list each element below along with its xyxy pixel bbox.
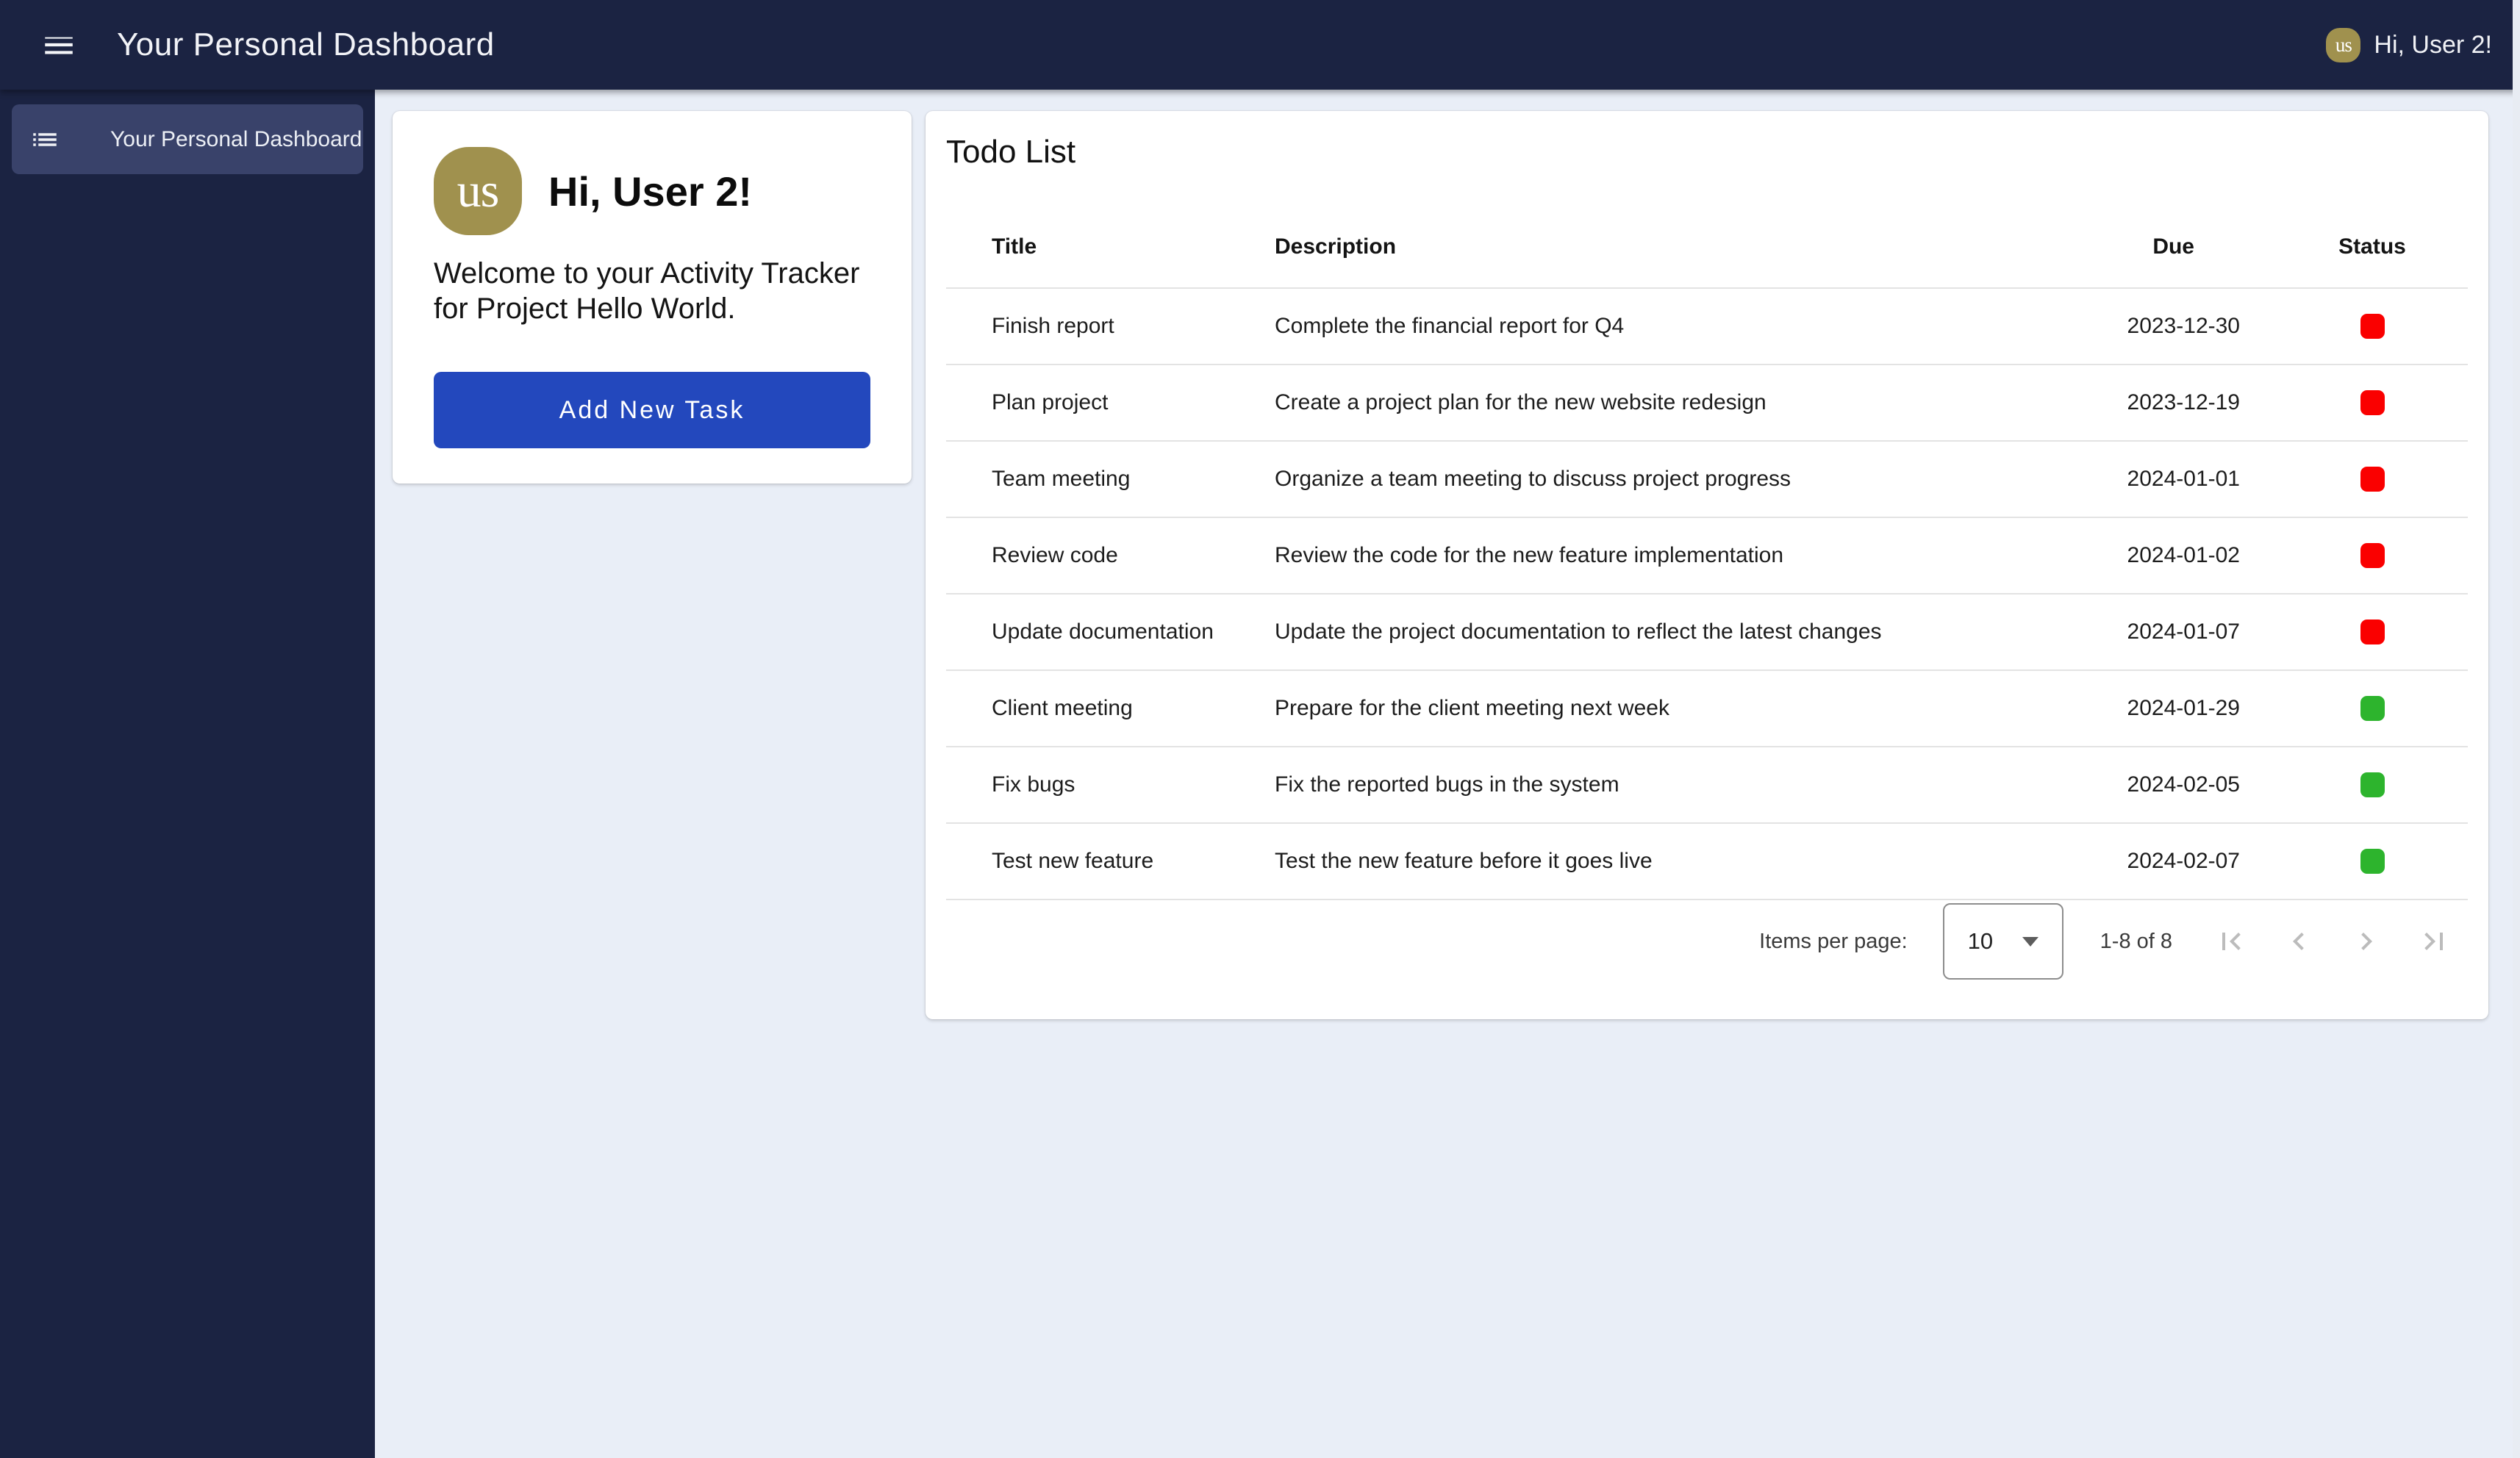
last-page-button[interactable] [2400, 908, 2468, 975]
cell-due: 2024-01-01 [2019, 467, 2277, 492]
cell-title: Finish report [946, 314, 1275, 339]
todo-table: Title Description Due Status Finish repo… [946, 171, 2468, 900]
page-size-value: 10 [1968, 928, 1993, 955]
items-per-page-label: Items per page: [1759, 930, 1908, 954]
status-chip-red [2360, 543, 2385, 568]
sidebar-nav: Your Personal Dashboard [0, 90, 375, 1458]
first-page-button[interactable] [2197, 908, 2265, 975]
welcome-heading: Hi, User 2! [548, 168, 752, 215]
status-chip-green [2360, 849, 2385, 874]
welcome-message-line-1: Welcome to your Activity Tracker [434, 256, 870, 291]
cell-title: Plan project [946, 390, 1275, 415]
page-range-label: 1-8 of 8 [2100, 930, 2172, 954]
cell-due: 2024-01-29 [2019, 696, 2277, 721]
welcome-message-line-2: for Project Hello World. [434, 291, 870, 326]
next-page-button[interactable] [2333, 908, 2400, 975]
topbar-greeting: Hi, User 2! [2374, 31, 2492, 60]
status-chip-red [2360, 467, 2385, 492]
cell-title: Client meeting [946, 696, 1275, 721]
status-chip-green [2360, 696, 2385, 721]
table-row: Client meeting Prepare for the client me… [946, 671, 2468, 747]
caret-down-icon [2022, 937, 2038, 947]
todo-list-title: Todo List [946, 133, 2468, 171]
hamburger-icon [40, 26, 77, 63]
cell-due: 2024-02-05 [2019, 772, 2277, 797]
cell-title: Team meeting [946, 467, 1275, 492]
status-chip-red [2360, 620, 2385, 644]
previous-page-button[interactable] [2265, 908, 2333, 975]
cell-description: Organize a team meeting to discuss proje… [1275, 467, 2019, 492]
table-row: Team meeting Organize a team meeting to … [946, 442, 2468, 518]
top-app-bar: Your Personal Dashboard us Hi, User 2! [0, 0, 2520, 90]
cell-status [2277, 772, 2468, 797]
cell-description: Update the project documentation to refl… [1275, 620, 2019, 644]
app-title: Your Personal Dashboard [117, 26, 495, 63]
table-row: Test new feature Test the new feature be… [946, 824, 2468, 900]
table-row: Fix bugs Fix the reported bugs in the sy… [946, 747, 2468, 824]
cell-title: Test new feature [946, 849, 1275, 874]
sidebar-item-dashboard[interactable]: Your Personal Dashboard [12, 104, 363, 174]
table-row: Finish report Complete the financial rep… [946, 289, 2468, 365]
user-avatar-large: us [434, 147, 522, 235]
cell-status [2277, 467, 2468, 492]
column-header-due: Due [2019, 234, 2277, 259]
table-paginator: Items per page: 10 1-8 of 8 [946, 900, 2468, 983]
status-chip-red [2360, 390, 2385, 415]
column-header-description: Description [1275, 234, 2019, 259]
cell-description: Fix the reported bugs in the system [1275, 772, 2019, 797]
user-menu[interactable]: us Hi, User 2! [2326, 28, 2492, 62]
welcome-card: us Hi, User 2! Welcome to your Activity … [393, 111, 912, 484]
cell-status [2277, 696, 2468, 721]
table-row: Review code Review the code for the new … [946, 518, 2468, 595]
last-page-icon [2416, 924, 2452, 959]
cell-due: 2024-01-07 [2019, 620, 2277, 644]
cell-description: Complete the financial report for Q4 [1275, 314, 2019, 339]
cell-description: Review the code for the new feature impl… [1275, 543, 2019, 568]
user-avatar: us [2326, 28, 2360, 62]
cell-title: Review code [946, 543, 1275, 568]
cell-due: 2024-01-02 [2019, 543, 2277, 568]
todo-table-body: Finish report Complete the financial rep… [946, 289, 2468, 900]
page-size-select[interactable]: 10 [1943, 903, 2063, 980]
cell-description: Test the new feature before it goes live [1275, 849, 2019, 874]
cell-status [2277, 314, 2468, 339]
cell-status [2277, 543, 2468, 568]
cell-status [2277, 620, 2468, 644]
cell-due: 2023-12-19 [2019, 390, 2277, 415]
next-page-icon [2349, 924, 2384, 959]
column-header-title: Title [946, 234, 1275, 259]
main-content: us Hi, User 2! Welcome to your Activity … [375, 90, 2520, 1458]
hamburger-menu-button[interactable] [36, 22, 82, 68]
cell-title: Fix bugs [946, 772, 1275, 797]
table-row: Plan project Create a project plan for t… [946, 365, 2468, 442]
list-icon [29, 124, 60, 155]
cell-description: Create a project plan for the new websit… [1275, 390, 2019, 415]
add-new-task-button[interactable]: Add New Task [434, 372, 870, 448]
first-page-icon [2213, 924, 2249, 959]
page-scrollbar[interactable] [2513, 0, 2520, 1458]
cell-description: Prepare for the client meeting next week [1275, 696, 2019, 721]
welcome-message: Welcome to your Activity Tracker for Pro… [434, 256, 870, 326]
status-chip-green [2360, 772, 2385, 797]
sidebar-item-label: Your Personal Dashboard [110, 127, 362, 152]
cell-title: Update documentation [946, 620, 1275, 644]
welcome-card-header: us Hi, User 2! [434, 147, 870, 235]
todo-table-header-row: Title Description Due Status [946, 171, 2468, 289]
todo-list-card: Todo List Title Description Due Status F… [926, 111, 2488, 1019]
previous-page-icon [2281, 924, 2316, 959]
status-chip-red [2360, 314, 2385, 339]
cell-due: 2023-12-30 [2019, 314, 2277, 339]
cell-due: 2024-02-07 [2019, 849, 2277, 874]
column-header-status: Status [2277, 234, 2468, 259]
cell-status [2277, 390, 2468, 415]
table-row: Update documentation Update the project … [946, 595, 2468, 671]
cell-status [2277, 849, 2468, 874]
